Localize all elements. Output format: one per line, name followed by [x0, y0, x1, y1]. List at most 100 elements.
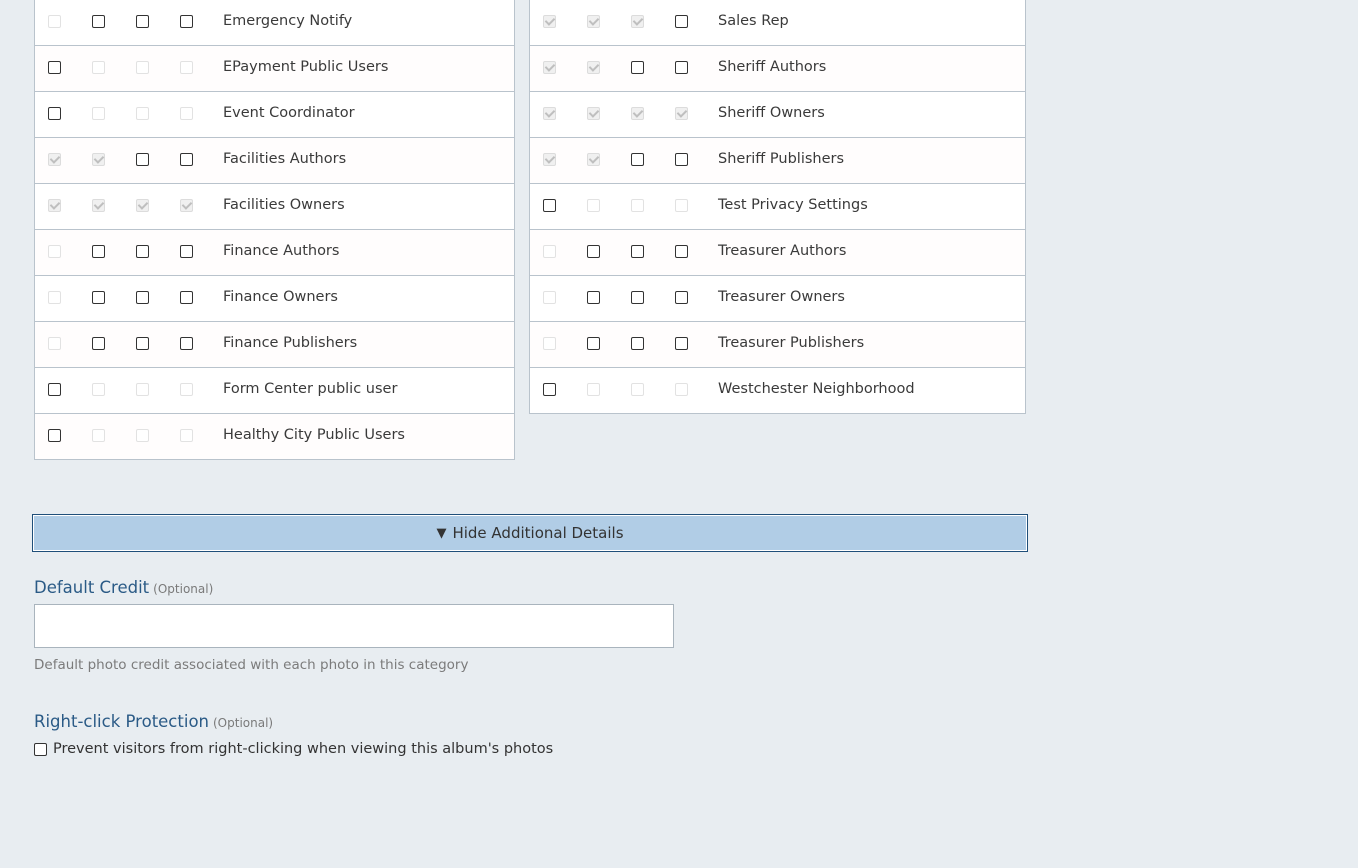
permission-checkbox — [675, 383, 688, 396]
permission-checkbox[interactable] — [543, 383, 556, 396]
table-row: Treasurer Owners — [530, 276, 1025, 322]
permission-checkbox — [180, 199, 193, 212]
permission-checkbox — [48, 337, 61, 350]
permission-checkbox — [92, 429, 105, 442]
permission-checkbox[interactable] — [92, 337, 105, 350]
permission-checkbox — [631, 15, 644, 28]
table-row: Facilities Authors — [35, 138, 514, 184]
permission-checkbox[interactable] — [587, 337, 600, 350]
permission-checkbox[interactable] — [180, 337, 193, 350]
permission-checkbox[interactable] — [631, 61, 644, 74]
table-row: Emergency Notify — [35, 0, 514, 46]
group-name: Treasurer Authors — [718, 243, 847, 259]
default-credit-help: Default photo credit associated with eac… — [34, 657, 469, 673]
optional-tag: (Optional) — [213, 716, 274, 730]
permission-checkbox[interactable] — [675, 61, 688, 74]
permission-checkbox[interactable] — [631, 153, 644, 166]
permission-checkbox[interactable] — [92, 245, 105, 258]
table-row: Sales Rep — [530, 0, 1025, 46]
triangle-down-icon: ▼ — [436, 525, 447, 541]
right-click-protection-checkbox[interactable] — [34, 743, 47, 756]
table-row: EPayment Public Users — [35, 46, 514, 92]
permission-checkbox — [136, 61, 149, 74]
table-row: Treasurer Publishers — [530, 322, 1025, 368]
permission-checkbox[interactable] — [136, 15, 149, 28]
permission-checkbox — [543, 291, 556, 304]
permissions-table-left: Emergency Notify EPayment Public Users Eve… — [34, 0, 515, 460]
permission-checkbox[interactable] — [136, 337, 149, 350]
permission-checkbox[interactable] — [587, 291, 600, 304]
table-row: Form Center public user — [35, 368, 514, 414]
permission-checkbox[interactable] — [180, 15, 193, 28]
permission-checkbox[interactable] — [631, 337, 644, 350]
permission-checkbox — [543, 15, 556, 28]
group-name: Sheriff Authors — [718, 59, 827, 75]
permission-checkbox — [587, 153, 600, 166]
default-credit-input[interactable] — [34, 604, 674, 648]
permission-checkbox[interactable] — [48, 107, 61, 120]
permission-checkbox — [543, 153, 556, 166]
permission-checkbox — [92, 153, 105, 166]
permission-checkbox[interactable] — [675, 245, 688, 258]
right-click-protection-label: Right-click Protection (Optional) — [34, 712, 273, 731]
table-row: Test Privacy Settings — [530, 184, 1025, 230]
permission-checkbox[interactable] — [180, 291, 193, 304]
group-name: Sheriff Owners — [718, 105, 825, 121]
table-row: Finance Publishers — [35, 322, 514, 368]
permission-checkbox[interactable] — [92, 15, 105, 28]
group-name: Westchester Neighborhood — [718, 381, 915, 397]
right-click-protection-checkbox-label[interactable]: Prevent visitors from right-clicking whe… — [53, 741, 553, 757]
permission-checkbox — [48, 153, 61, 166]
permission-checkbox — [180, 383, 193, 396]
group-name: Treasurer Publishers — [718, 335, 865, 351]
group-name: Form Center public user — [223, 381, 398, 397]
group-name: Sheriff Publishers — [718, 151, 845, 167]
permission-checkbox[interactable] — [675, 291, 688, 304]
toggle-label: Hide Additional Details — [452, 524, 624, 542]
permission-checkbox — [92, 107, 105, 120]
permission-checkbox[interactable] — [136, 291, 149, 304]
permission-checkbox — [180, 61, 193, 74]
permission-checkbox[interactable] — [631, 245, 644, 258]
permission-checkbox[interactable] — [675, 15, 688, 28]
permission-checkbox — [631, 107, 644, 120]
permission-checkbox — [48, 15, 61, 28]
permission-checkbox — [48, 291, 61, 304]
permission-checkbox — [631, 383, 644, 396]
permission-checkbox[interactable] — [48, 61, 61, 74]
group-name: Emergency Notify — [223, 13, 353, 29]
group-name: Facilities Owners — [223, 197, 345, 213]
permission-checkbox[interactable] — [136, 153, 149, 166]
permission-checkbox — [180, 429, 193, 442]
group-name: Finance Owners — [223, 289, 338, 305]
permission-checkbox[interactable] — [180, 245, 193, 258]
permission-checkbox[interactable] — [48, 429, 61, 442]
permission-checkbox[interactable] — [631, 291, 644, 304]
permission-checkbox — [136, 383, 149, 396]
permission-checkbox[interactable] — [180, 153, 193, 166]
permission-checkbox — [180, 107, 193, 120]
permission-checkbox — [587, 199, 600, 212]
permissions-table-right: Sales Rep Sheriff Authors Sheriff Owners Sh… — [529, 0, 1026, 414]
group-name: Sales Rep — [718, 13, 789, 29]
permission-checkbox[interactable] — [675, 337, 688, 350]
optional-tag: (Optional) — [153, 582, 214, 596]
permission-checkbox — [587, 383, 600, 396]
permission-checkbox — [92, 199, 105, 212]
permission-checkbox[interactable] — [675, 153, 688, 166]
permission-checkbox — [587, 15, 600, 28]
permission-checkbox[interactable] — [92, 291, 105, 304]
permission-checkbox — [543, 245, 556, 258]
permission-checkbox[interactable] — [587, 245, 600, 258]
permission-checkbox[interactable] — [543, 199, 556, 212]
permission-checkbox — [543, 61, 556, 74]
permission-checkbox — [675, 107, 688, 120]
permission-checkbox[interactable] — [48, 383, 61, 396]
permission-checkbox[interactable] — [136, 245, 149, 258]
permission-checkbox — [587, 61, 600, 74]
permission-checkbox — [543, 337, 556, 350]
group-name: Finance Publishers — [223, 335, 358, 351]
hide-additional-details-button[interactable]: ▼ Hide Additional Details — [32, 514, 1028, 552]
table-row: Facilities Owners — [35, 184, 514, 230]
permission-checkbox — [631, 199, 644, 212]
